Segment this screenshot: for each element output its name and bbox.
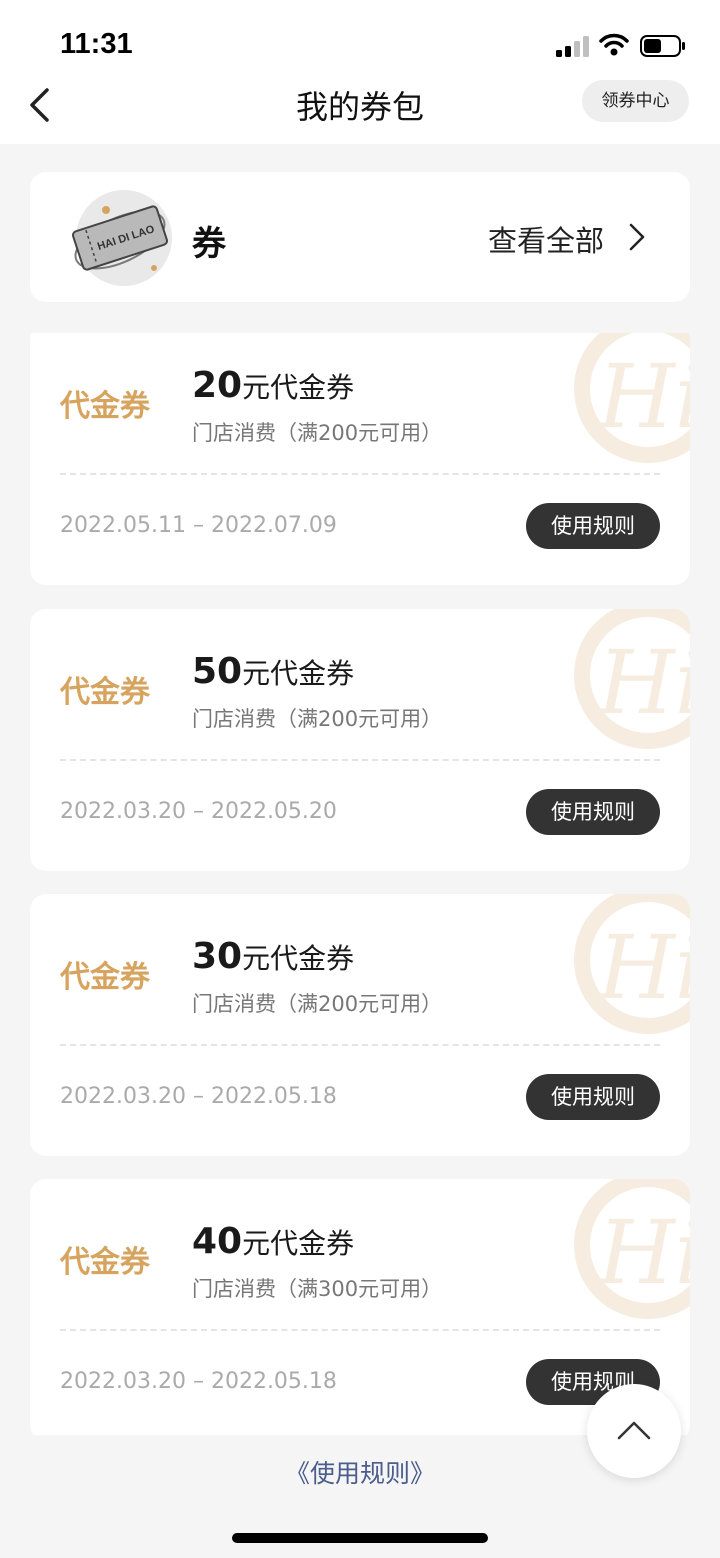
coupon-title: 30元代金券 [192, 936, 354, 977]
nav-bar: 我的券包 领券中心 [0, 78, 720, 144]
coupon-summary-card[interactable]: HAI DI LAO 券 查看全部 [30, 172, 690, 302]
hi-watermark-icon: Hi [574, 333, 690, 463]
coupon-validity-dates: 2022.05.11 – 2022.07.09 [60, 513, 337, 538]
chevron-up-icon [617, 1421, 651, 1440]
coupon-title: 40元代金券 [192, 1221, 354, 1262]
coupon-title-suffix: 元代金券 [242, 657, 355, 690]
coupon-amount: 50 [192, 651, 243, 692]
status-time: 11:31 [60, 28, 133, 60]
coupon-type-tag: 代金券 [60, 960, 150, 995]
dashed-divider [60, 759, 660, 761]
coupon-validity-dates: 2022.03.20 – 2022.05.20 [60, 799, 337, 824]
svg-text:Hi: Hi [596, 345, 690, 448]
coupon-amount: 20 [192, 365, 243, 406]
coupon-title-suffix: 元代金券 [242, 1227, 355, 1260]
dashed-divider [60, 473, 660, 475]
haidilao-ticket-icon: HAI DI LAO [72, 190, 172, 286]
coupon-card[interactable]: Hi 代金券 20元代金券 门店消费（满200元可用） 2022.05.11 –… [30, 333, 690, 585]
coupon-amount: 40 [192, 1221, 243, 1262]
coupon-condition: 门店消费（满200元可用） [192, 421, 443, 445]
coupon-type-tag: 代金券 [60, 675, 150, 710]
svg-text:Hi: Hi [596, 631, 690, 734]
coupon-validity-dates: 2022.03.20 – 2022.05.18 [60, 1084, 337, 1109]
coupon-list[interactable]: Hi 代金券 20元代金券 门店消费（满200元可用） 2022.05.11 –… [30, 333, 690, 1435]
coupon-condition: 门店消费（满200元可用） [192, 992, 443, 1016]
coupon-type-tag: 代金券 [60, 389, 150, 424]
usage-rules-button[interactable]: 使用规则 [526, 1074, 660, 1120]
dashed-divider [60, 1044, 660, 1046]
coupon-condition: 门店消费（满300元可用） [192, 1277, 443, 1301]
scroll-to-top-button[interactable] [587, 1384, 681, 1478]
wifi-icon [599, 33, 629, 56]
summary-label: 券 [192, 224, 226, 264]
coupon-card[interactable]: Hi 代金券 40元代金券 门店消费（满300元可用） 2022.03.20 –… [30, 1179, 690, 1435]
coupon-title: 20元代金券 [192, 365, 354, 406]
coupon-title: 50元代金券 [192, 651, 354, 692]
status-bar: 11:31 [0, 0, 720, 78]
coupon-center-button[interactable]: 领券中心 [582, 80, 689, 122]
view-all-link[interactable]: 查看全部 [488, 218, 604, 260]
coupon-card[interactable]: Hi 代金券 50元代金券 门店消费（满200元可用） 2022.03.20 –… [30, 609, 690, 871]
home-indicator [232, 1533, 488, 1543]
svg-text:Hi: Hi [596, 1201, 690, 1304]
hi-watermark-icon: Hi [574, 894, 690, 1034]
hi-watermark-icon: Hi [574, 1179, 690, 1319]
coupon-amount: 30 [192, 936, 243, 977]
dashed-divider [60, 1329, 660, 1331]
coupon-type-tag: 代金券 [60, 1245, 150, 1280]
battery-icon [640, 35, 685, 57]
usage-rules-button[interactable]: 使用规则 [526, 503, 660, 549]
coupon-title-suffix: 元代金券 [242, 942, 355, 975]
usage-rules-button[interactable]: 使用规则 [526, 789, 660, 835]
coupon-card[interactable]: Hi 代金券 30元代金券 门店消费（满200元可用） 2022.03.20 –… [30, 894, 690, 1156]
coupon-title-suffix: 元代金券 [242, 371, 355, 404]
hi-watermark-icon: Hi [574, 609, 690, 749]
chevron-right-icon[interactable] [628, 222, 646, 252]
cellular-signal-icon [556, 36, 589, 57]
coupon-condition: 门店消费（满200元可用） [192, 707, 443, 731]
svg-text:Hi: Hi [596, 916, 690, 1019]
coupon-validity-dates: 2022.03.20 – 2022.05.18 [60, 1369, 337, 1394]
